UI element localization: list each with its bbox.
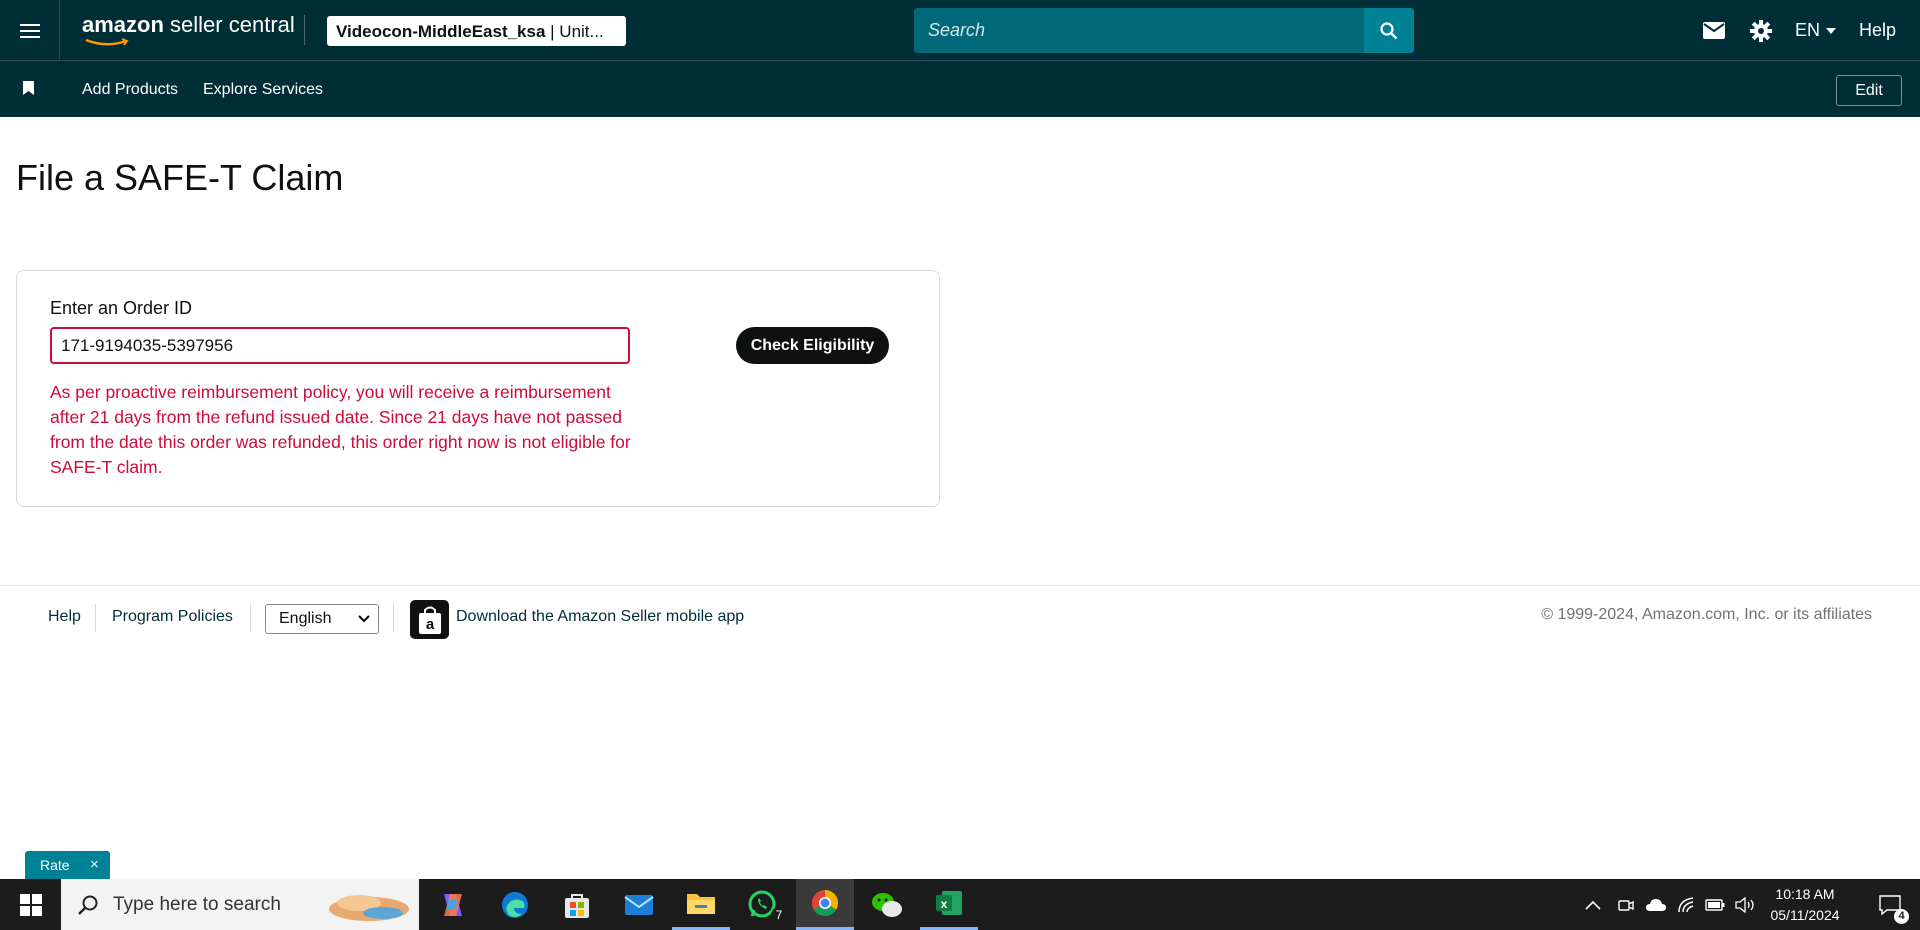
clock-time: 10:18 AM — [1775, 886, 1835, 902]
language-selector[interactable]: EN — [1795, 20, 1837, 41]
amazon-smile-icon — [85, 38, 129, 46]
copilot-icon — [444, 893, 462, 916]
taskbar-whatsapp[interactable]: 7 — [734, 879, 792, 930]
taskbar-clock[interactable]: 10:18 AM 05/11/2024 — [1765, 884, 1845, 926]
rate-close-icon[interactable]: × — [90, 856, 99, 873]
search-input[interactable] — [914, 8, 1364, 53]
rate-label[interactable]: Rate — [40, 857, 70, 873]
program-policies-link[interactable]: Program Policies — [112, 608, 233, 626]
explore-services-link[interactable]: Explore Services — [203, 81, 323, 99]
taskbar-chrome[interactable] — [796, 879, 854, 930]
show-hidden-icons-chevron-icon[interactable] — [1585, 900, 1601, 910]
top-navigation-bar: amazon seller central Videocon-MiddleEas… — [0, 0, 1920, 61]
taskbar-excel[interactable]: x — [920, 879, 978, 930]
seller-app-icon[interactable]: a — [410, 600, 449, 639]
rate-widget[interactable]: Rate × — [25, 851, 110, 879]
order-id-label: Enter an Order ID — [50, 298, 193, 318]
bookmark-icon[interactable] — [23, 81, 34, 95]
hamburger-menu-button[interactable] — [0, 0, 60, 61]
chrome-icon — [811, 889, 839, 917]
taskbar-file-explorer[interactable] — [672, 879, 730, 930]
account-name: Videocon-MiddleEast_ksa — [336, 22, 546, 41]
menu-icon — [19, 23, 40, 38]
help-link[interactable]: Help — [1859, 20, 1896, 41]
eligibility-error-message: As per proactive reimbursement policy, y… — [50, 382, 631, 477]
caret-down-icon — [1826, 27, 1837, 34]
bookmark-bar: Add Products Explore Services Edit — [0, 61, 1920, 117]
clock-date: 05/11/2024 — [1770, 907, 1840, 923]
volume-icon[interactable] — [1735, 896, 1757, 913]
taskbar-mail[interactable] — [610, 879, 668, 930]
footer-separator — [250, 604, 251, 632]
edge-browser-icon — [502, 891, 528, 918]
edit-bookmarks-button[interactable]: Edit — [1836, 75, 1902, 106]
account-marketplace: | Unit... — [550, 22, 604, 41]
windows-taskbar: Type here to search 7 x 10:18 AM 05/11/2… — [0, 879, 1920, 930]
check-eligibility-button[interactable]: Check Eligibility — [736, 327, 889, 364]
mail-icon[interactable] — [1703, 22, 1725, 39]
logo-brand: amazon — [82, 12, 164, 37]
battery-icon[interactable] — [1705, 898, 1725, 911]
meet-now-icon[interactable] — [1617, 896, 1635, 914]
search-button[interactable] — [1364, 8, 1414, 53]
taskbar-copilot[interactable] — [424, 879, 482, 930]
page-title: File a SAFE-T Claim — [16, 157, 344, 198]
whatsapp-badge: 7 — [771, 907, 787, 923]
folder-icon — [687, 894, 715, 914]
logo-product: seller central — [170, 12, 295, 37]
taskbar-edge[interactable] — [486, 879, 544, 930]
notification-badge: 4 — [1894, 909, 1909, 924]
add-products-link[interactable]: Add Products — [82, 81, 178, 99]
language-label: EN — [1795, 20, 1821, 40]
svg-text:a: a — [425, 616, 434, 633]
amazon-bag-icon: a — [418, 606, 441, 634]
microsoft-store-icon — [565, 893, 589, 918]
notification-center-button[interactable]: 4 — [1862, 879, 1918, 930]
claim-form-card: Enter an Order ID As per proactive reimb… — [16, 270, 940, 507]
wifi-icon[interactable] — [1677, 896, 1695, 914]
taskbar-store[interactable] — [548, 879, 606, 930]
taskbar-wechat[interactable] — [858, 879, 916, 930]
svg-text:x: x — [941, 897, 948, 911]
footer-language-value: English — [279, 610, 332, 627]
wechat-icon — [872, 892, 902, 917]
account-switcher[interactable]: Videocon-MiddleEast_ksa | Unit... — [327, 16, 626, 46]
footer-separator — [393, 604, 394, 632]
download-app-link[interactable]: Download the Amazon Seller mobile app — [456, 608, 744, 626]
footer-divider — [0, 585, 1920, 586]
system-tray — [1585, 879, 1757, 930]
taskbar-search-box[interactable]: Type here to search — [61, 879, 419, 930]
settings-gear-icon[interactable] — [1750, 20, 1772, 42]
copyright-text: © 1999-2024, Amazon.com, Inc. or its aff… — [1541, 606, 1872, 623]
excel-icon: x — [936, 891, 962, 915]
search-icon — [1380, 21, 1398, 39]
footer-help-link[interactable]: Help — [48, 608, 81, 626]
seller-central-logo[interactable]: amazon seller central — [82, 12, 295, 46]
mail-app-icon — [624, 894, 654, 915]
chevron-down-icon — [358, 615, 370, 623]
search-box — [914, 8, 1414, 53]
search-highlight-image-icon — [329, 895, 409, 921]
footer-separator — [95, 604, 96, 632]
windows-logo-icon — [19, 893, 42, 916]
start-button[interactable] — [0, 879, 61, 930]
order-id-input[interactable] — [50, 327, 630, 364]
taskbar-search-placeholder: Type here to search — [113, 893, 281, 915]
header-divider — [304, 15, 305, 45]
footer-language-select[interactable]: English — [265, 604, 379, 634]
onedrive-cloud-icon[interactable] — [1645, 898, 1667, 912]
search-icon — [78, 895, 98, 915]
